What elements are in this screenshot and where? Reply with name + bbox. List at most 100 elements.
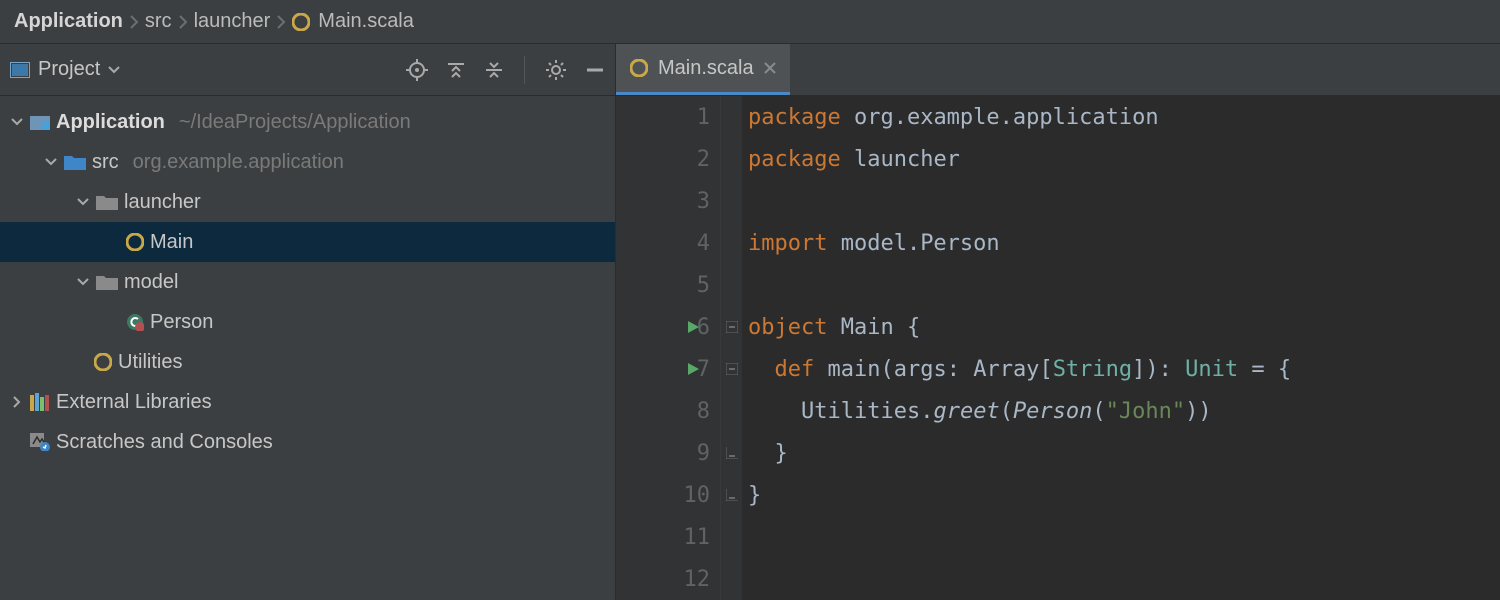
scala-object-icon (630, 59, 648, 77)
code-line[interactable] (748, 264, 1500, 306)
gutter-line[interactable]: 1 (616, 96, 720, 138)
line-number: 3 (697, 189, 710, 214)
gutter-line[interactable]: 2 (616, 138, 720, 180)
token-plain (748, 399, 801, 424)
token-plain: = { (1238, 357, 1291, 382)
tree-node-model[interactable]: model (0, 262, 615, 302)
gutter-line[interactable]: 12 (616, 558, 720, 600)
line-number: 2 (697, 147, 710, 172)
tree-node-main[interactable]: Main (0, 222, 615, 262)
code-line[interactable]: } (748, 432, 1500, 474)
gear-icon[interactable] (545, 59, 567, 81)
chevron-right-icon (129, 15, 139, 29)
locate-icon[interactable] (406, 59, 428, 81)
token-plain: ( (1000, 399, 1013, 424)
project-toolbar-label: Project (38, 58, 100, 81)
fold-marker (721, 96, 742, 138)
line-number: 8 (697, 399, 710, 424)
editor-gutter[interactable]: 123456789101112 (616, 96, 720, 600)
code-editor[interactable]: 123456789101112 package org.example.appl… (616, 96, 1500, 600)
breadcrumb-launcher[interactable]: launcher (194, 10, 271, 33)
token-plain: : (947, 357, 974, 382)
token-plain: [ (1039, 357, 1052, 382)
token-call: greet (933, 399, 999, 424)
chevron-right-icon (276, 15, 286, 29)
breadcrumb-src[interactable]: src (145, 10, 172, 33)
gutter-line[interactable]: 10 (616, 474, 720, 516)
gutter-line[interactable]: 3 (616, 180, 720, 222)
token-plain (748, 357, 775, 382)
fold-marker (721, 390, 742, 432)
fold-marker[interactable] (721, 348, 742, 390)
gutter-line[interactable]: 11 (616, 516, 720, 558)
scala-object-icon (94, 353, 112, 371)
tree-label: model (124, 271, 178, 294)
editor-tab-label: Main.scala (658, 57, 754, 80)
gutter-line[interactable]: 7 (616, 348, 720, 390)
code-line[interactable]: object Main { (748, 306, 1500, 348)
project-tool-window-button[interactable]: Project (10, 58, 396, 81)
scala-object-icon (292, 13, 310, 31)
gutter-line[interactable]: 5 (616, 264, 720, 306)
breadcrumb-root[interactable]: Application (14, 10, 123, 33)
editor-tabs: Main.scala (616, 44, 1500, 95)
token-plain: ( (880, 357, 893, 382)
code-area[interactable]: package org.example.applicationpackage l… (742, 96, 1500, 600)
breadcrumb-file[interactable]: Main.scala (292, 10, 414, 33)
tree-node-launcher[interactable]: launcher (0, 182, 615, 222)
code-line[interactable] (748, 558, 1500, 600)
code-line[interactable]: def main(args: Array[String]): Unit = { (748, 348, 1500, 390)
breadcrumb-file-label: Main.scala (318, 10, 414, 33)
fold-marker[interactable] (721, 306, 742, 348)
tree-label: External Libraries (56, 391, 212, 414)
line-number: 10 (684, 483, 711, 508)
scratches-icon (30, 433, 50, 451)
code-line[interactable]: package org.example.application (748, 96, 1500, 138)
code-line[interactable]: Utilities.greet(Person("John")) (748, 390, 1500, 432)
code-line[interactable] (748, 516, 1500, 558)
line-number: 9 (697, 441, 710, 466)
expand-all-icon[interactable] (446, 60, 466, 80)
chevron-down-icon (76, 275, 90, 289)
tree-label: src (92, 151, 119, 174)
gutter-line[interactable]: 4 (616, 222, 720, 264)
scala-class-icon (126, 313, 144, 331)
project-toolbar: Project (0, 44, 616, 95)
token-type: Unit (1185, 357, 1238, 382)
tree-node-scratches[interactable]: Scratches and Consoles (0, 422, 615, 462)
tree-node-src[interactable]: src org.example.application (0, 142, 615, 182)
tree-node-external-libraries[interactable]: External Libraries (0, 382, 615, 422)
tree-label: launcher (124, 191, 201, 214)
gutter-line[interactable]: 9 (616, 432, 720, 474)
code-line[interactable]: import model.Person (748, 222, 1500, 264)
gutter-line[interactable]: 8 (616, 390, 720, 432)
fold-marker (721, 264, 742, 306)
minimize-icon[interactable] (585, 60, 605, 80)
tree-label: Utilities (118, 351, 182, 374)
fold-marker (721, 558, 742, 600)
tree-node-application[interactable]: Application ~/IdeaProjects/Application (0, 102, 615, 142)
chevron-right-icon (178, 15, 188, 29)
code-line[interactable]: package launcher (748, 138, 1500, 180)
tree-label: Scratches and Consoles (56, 431, 273, 454)
close-tab-icon[interactable] (764, 62, 776, 74)
project-tree[interactable]: Application ~/IdeaProjects/Application s… (0, 96, 616, 600)
run-gutter-icon[interactable] (686, 362, 700, 376)
fold-marker (721, 180, 742, 222)
fold-marker[interactable] (721, 432, 742, 474)
token-type: String (1053, 357, 1132, 382)
run-gutter-icon[interactable] (686, 320, 700, 334)
editor-tab-main-scala[interactable]: Main.scala (616, 44, 790, 95)
code-line[interactable] (748, 180, 1500, 222)
token-kw: package (748, 147, 854, 172)
fold-column[interactable] (720, 96, 742, 600)
token-kw: package (748, 105, 854, 130)
code-line[interactable]: } (748, 474, 1500, 516)
fold-marker[interactable] (721, 474, 742, 516)
tree-node-person[interactable]: Person (0, 302, 615, 342)
chevron-right-icon (10, 395, 24, 409)
scala-object-icon (126, 233, 144, 251)
collapse-all-icon[interactable] (484, 60, 504, 80)
gutter-line[interactable]: 6 (616, 306, 720, 348)
tree-node-utilities[interactable]: Utilities (0, 342, 615, 382)
